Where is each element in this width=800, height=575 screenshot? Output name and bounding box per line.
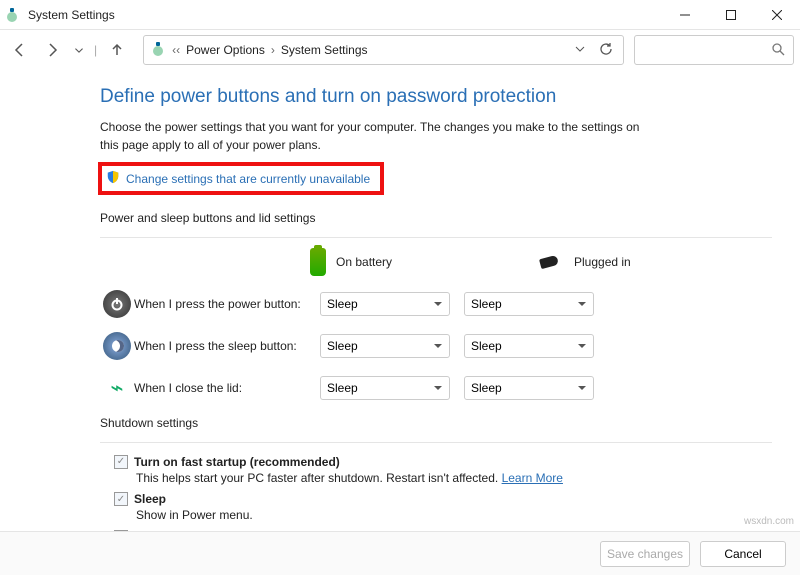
page-heading: Define power buttons and turn on passwor… (100, 86, 772, 108)
control-panel-icon (0, 7, 24, 23)
buttons-section-title: Power and sleep buttons and lid settings (100, 211, 772, 225)
recent-locations-button[interactable] (70, 36, 88, 64)
lid-plugged-select[interactable]: Sleep (464, 376, 594, 400)
change-settings-link[interactable]: Change settings that are currently unava… (126, 172, 370, 186)
close-button[interactable] (754, 0, 800, 29)
back-button[interactable] (6, 36, 34, 64)
on-battery-label: On battery (336, 255, 392, 269)
chevron-right-icon: › (271, 43, 275, 57)
lid-label: When I close the lid: (134, 381, 320, 395)
window-title: System Settings (24, 8, 662, 22)
search-icon (771, 42, 785, 59)
shutdown-section-title: Shutdown settings (100, 416, 772, 430)
shield-icon (106, 170, 120, 187)
power-button-label: When I press the power button: (134, 297, 320, 311)
highlight-callout: Change settings that are currently unava… (98, 162, 384, 195)
search-input[interactable] (634, 35, 794, 65)
lid-icon: ⌁ (103, 374, 131, 402)
page-description: Choose the power settings that you want … (100, 118, 660, 154)
dropdown-chevron-icon[interactable] (575, 43, 585, 57)
fast-startup-label: Turn on fast startup (recommended) (134, 455, 340, 469)
address-bar[interactable]: ‹‹ Power Options › System Settings (143, 35, 624, 65)
plug-icon (540, 255, 564, 269)
sleep-label: Sleep (134, 492, 166, 506)
save-button[interactable]: Save changes (600, 541, 690, 567)
power-button-plugged-select[interactable]: Sleep (464, 292, 594, 316)
fast-startup-checkbox[interactable]: ✓ (114, 455, 128, 469)
lid-battery-select[interactable]: Sleep (320, 376, 450, 400)
minimize-button[interactable] (662, 0, 708, 29)
learn-more-link[interactable]: Learn More (502, 471, 563, 485)
breadcrumb-system-settings[interactable]: System Settings (281, 43, 368, 57)
sleep-checkbox[interactable]: ✓ (114, 492, 128, 506)
lid-row: ⌁ When I close the lid: Sleep Sleep (100, 374, 772, 402)
separator: | (92, 43, 99, 57)
forward-button[interactable] (38, 36, 66, 64)
plugged-in-label: Plugged in (574, 255, 631, 269)
divider (100, 237, 772, 238)
maximize-button[interactable] (708, 0, 754, 29)
sleep-button-label: When I press the sleep button: (134, 339, 320, 353)
sleep-button-plugged-select[interactable]: Sleep (464, 334, 594, 358)
up-button[interactable] (103, 36, 131, 64)
control-panel-icon (150, 41, 166, 60)
sleep-button-row: When I press the sleep button: Sleep Sle… (100, 332, 772, 360)
breadcrumb-power-options[interactable]: Power Options (186, 43, 265, 57)
refresh-button[interactable] (599, 42, 613, 59)
divider (100, 442, 772, 443)
cancel-button[interactable]: Cancel (700, 541, 786, 567)
sleep-button-icon (103, 332, 131, 360)
chevron-icon: ‹‹ (172, 43, 180, 57)
fast-startup-sub: This helps start your PC faster after sh… (136, 471, 502, 485)
power-button-battery-select[interactable]: Sleep (320, 292, 450, 316)
sleep-sub: Show in Power menu. (136, 508, 772, 522)
battery-icon (310, 248, 326, 276)
power-button-row: When I press the power button: Sleep Sle… (100, 290, 772, 318)
power-button-icon (103, 290, 131, 318)
watermark: wsxdn.com (744, 516, 794, 527)
sleep-button-battery-select[interactable]: Sleep (320, 334, 450, 358)
